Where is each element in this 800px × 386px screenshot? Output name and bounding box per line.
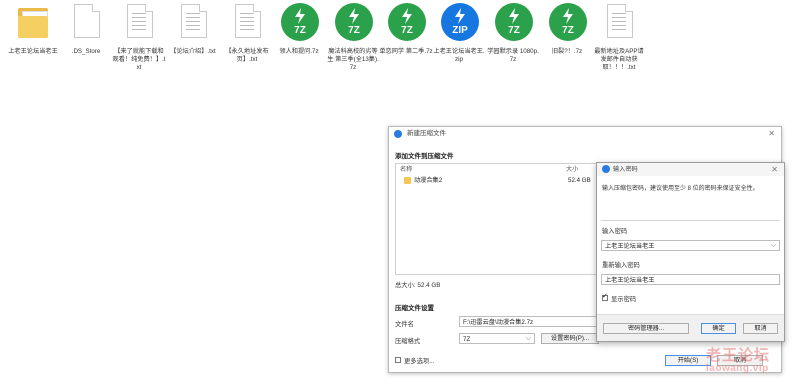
7z-archive-icon: 7Z	[388, 3, 426, 41]
desktop-item-label: 【论坛介绍】.txt	[170, 48, 216, 55]
desktop-item-label: 领人和提问.7z	[279, 48, 319, 55]
reenter-password-label: 重新输入密码	[602, 262, 640, 269]
close-icon[interactable]: ✕	[768, 127, 775, 141]
ok-button[interactable]: 确定	[701, 323, 736, 334]
desktop-archive-item[interactable]: 7Z 单恋同学 第二季.7z	[379, 2, 433, 56]
dialog-cancel-button[interactable]: 取消	[743, 323, 778, 334]
desktop-item-label: 单恋同学 第二季.7z	[379, 48, 433, 55]
password-dialog: 输入密码 ✕ 输入压缩包密码，建议使用至少 8 位的密码来保证安全性。 输入密码…	[596, 162, 785, 342]
format-label: 压缩格式	[395, 338, 421, 345]
zip-archive-icon: ZIP	[441, 3, 479, 41]
desktop-archive-item[interactable]: 7Z 领人和提问.7z	[272, 2, 326, 56]
dialog-button-bar: 密码管理器... 确定 取消	[597, 314, 784, 341]
settings-section-title: 压缩文件设置	[395, 305, 434, 312]
column-name[interactable]: 名称	[400, 164, 412, 175]
password-manager-button[interactable]: 密码管理器...	[603, 323, 689, 334]
item-name: 动漫合集2	[414, 177, 443, 184]
window-title: 新建压缩文件	[407, 130, 446, 137]
text-file-icon	[127, 4, 153, 38]
7z-archive-icon: 7Z	[335, 3, 373, 41]
desktop-file-item[interactable]: 最新地址及APP请发邮件自动获取！！！.txt	[592, 2, 646, 73]
reenter-password-input[interactable]: 上老王论坛当老王	[601, 274, 780, 285]
more-options-label: 更多选项...	[404, 358, 435, 365]
desktop-item-label: 上老王论坛当老王	[8, 48, 58, 55]
more-options-checkbox[interactable]	[395, 357, 401, 363]
text-file-icon	[235, 4, 261, 38]
add-files-section-title: 添加文件到压缩文件	[395, 153, 454, 160]
text-file-icon	[181, 4, 207, 38]
blank-file-icon	[74, 4, 100, 38]
desktop-item-label: 【永久地址发布页】.txt	[225, 48, 269, 64]
desktop-archive-item[interactable]: 7Z 旧裂?！.7z	[540, 2, 594, 56]
desktop-file-item[interactable]: 【论坛介绍】.txt	[166, 2, 220, 56]
desktop-item-label: 学园默示录 1080p.7z	[487, 48, 539, 64]
divider	[601, 220, 780, 221]
desktop-item-label: .DS_Store	[71, 48, 101, 55]
show-password-label: 显示密码	[611, 296, 637, 303]
desktop-item-label: 【来了就能下载和观看！纯免费！】.txt	[112, 48, 166, 72]
folder-icon	[404, 177, 411, 184]
7z-archive-icon: 7Z	[549, 3, 587, 41]
desktop-item-label: 旧裂?！.7z	[551, 48, 583, 55]
folder-icon	[18, 8, 50, 38]
watermark: 老王论坛 laowang.vip	[706, 344, 770, 374]
text-file-icon	[607, 4, 633, 38]
total-size: 总大小: 52.4 GB	[395, 282, 441, 289]
watermark-line1: 老王论坛	[706, 347, 771, 364]
filename-label: 文件名	[395, 321, 414, 328]
7z-archive-icon: 7Z	[495, 3, 533, 41]
password-label: 输入密码	[602, 228, 628, 235]
desktop-file-item[interactable]: .DS_Store	[59, 2, 113, 56]
start-button[interactable]: 开始(S)	[665, 355, 711, 366]
password-instruction: 输入压缩包密码，建议使用至少 8 位的密码来保证安全性。	[602, 186, 759, 192]
app-icon	[602, 165, 610, 173]
desktop-archive-item[interactable]: 7Z 魔法科高校的劣等生 第三季(全13集).7z	[326, 2, 380, 73]
window-titlebar[interactable]: 新建压缩文件 ✕	[389, 127, 781, 141]
dialog-title: 输入密码	[613, 166, 638, 173]
7z-archive-icon: 7Z	[281, 3, 319, 41]
set-password-button[interactable]: 设置密码(P)...	[541, 333, 599, 344]
password-input[interactable]: 上老王论坛当老王	[601, 240, 780, 251]
close-icon[interactable]: ✕	[771, 163, 778, 177]
desktop-item-label: 最新地址及APP请发邮件自动获取！！！.txt	[594, 48, 644, 72]
desktop-file-item[interactable]: 【来了就能下载和观看！纯免费！】.txt	[112, 2, 166, 73]
item-size: 52.4 GB	[568, 177, 591, 184]
column-size[interactable]: 大小	[566, 164, 578, 175]
desktop-file-item[interactable]: 【永久地址发布页】.txt	[220, 2, 274, 64]
filename-field[interactable]: F:\迅雷云盘\动漫合集2.7z	[459, 316, 599, 327]
desktop-folder-item[interactable]: 上老王论坛当老王	[6, 2, 60, 56]
desktop-item-label: 魔法科高校的劣等生 第三季(全13集).7z	[327, 48, 379, 72]
watermark-line2: laowang.vip	[706, 363, 769, 374]
desktop-archive-item[interactable]: 7Z 学园默示录 1080p.7z	[486, 2, 540, 64]
app-icon	[394, 130, 402, 138]
dialog-titlebar[interactable]: 输入密码 ✕	[597, 163, 784, 176]
desktop-archive-item[interactable]: ZIP 上老王论坛当老王.zip	[432, 2, 486, 64]
format-select[interactable]: 7Z	[459, 333, 535, 344]
show-password-checkbox[interactable]	[602, 292, 608, 301]
desktop-item-label: 上老王论坛当老王.zip	[433, 48, 485, 64]
